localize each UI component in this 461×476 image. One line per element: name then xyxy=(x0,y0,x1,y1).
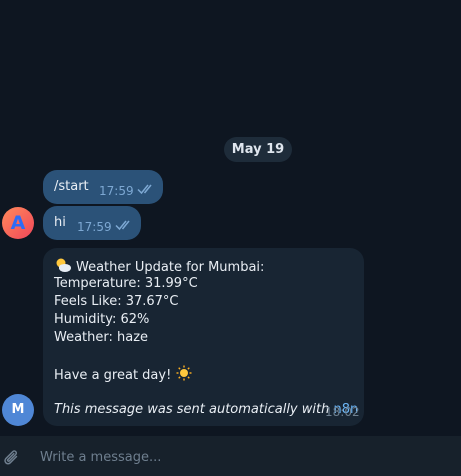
message-text: Weather Update for Mumbai: xyxy=(76,260,265,275)
message-text: Have a great day! xyxy=(54,368,172,383)
double-check-icon xyxy=(137,184,152,195)
app-logo-a-icon: A xyxy=(10,212,26,234)
message-text: Temperature: 31.99°C xyxy=(54,276,198,291)
message-text: Weather: haze xyxy=(54,330,149,345)
message-text: Humidity: 62% xyxy=(54,312,150,327)
message-title-line: Weather Update for Mumbai: xyxy=(54,257,264,275)
sun-behind-cloud-icon xyxy=(56,258,71,272)
outgoing-message[interactable]: hi 17:59 xyxy=(43,206,141,240)
sun-icon xyxy=(176,365,192,381)
date-separator: May 19 xyxy=(224,137,292,162)
sender-avatar[interactable]: A xyxy=(2,207,34,239)
double-check-icon xyxy=(115,220,130,231)
chat-history[interactable]: May 19 /start 17:59 hi 17:59 A Weather U… xyxy=(0,0,461,436)
paperclip-icon[interactable] xyxy=(3,448,21,468)
bot-avatar[interactable]: M xyxy=(2,394,34,426)
message-time: 18:02 xyxy=(325,405,360,419)
greeting-line: Have a great day! xyxy=(54,365,192,383)
footer-text: This message was sent automatically with xyxy=(54,402,330,417)
message-text: /start xyxy=(54,179,89,194)
message-time: 17:59 xyxy=(99,184,134,198)
incoming-message[interactable]: Weather Update for Mumbai: Temperature: … xyxy=(43,248,364,426)
message-text: Feels Like: 37.67°C xyxy=(54,294,179,309)
message-text: hi xyxy=(54,215,66,230)
message-composer xyxy=(0,436,461,476)
message-input[interactable] xyxy=(38,445,442,469)
footer-line: This message was sent automatically with… xyxy=(54,401,358,419)
message-time: 17:59 xyxy=(77,220,112,234)
outgoing-message[interactable]: /start 17:59 xyxy=(43,170,163,204)
